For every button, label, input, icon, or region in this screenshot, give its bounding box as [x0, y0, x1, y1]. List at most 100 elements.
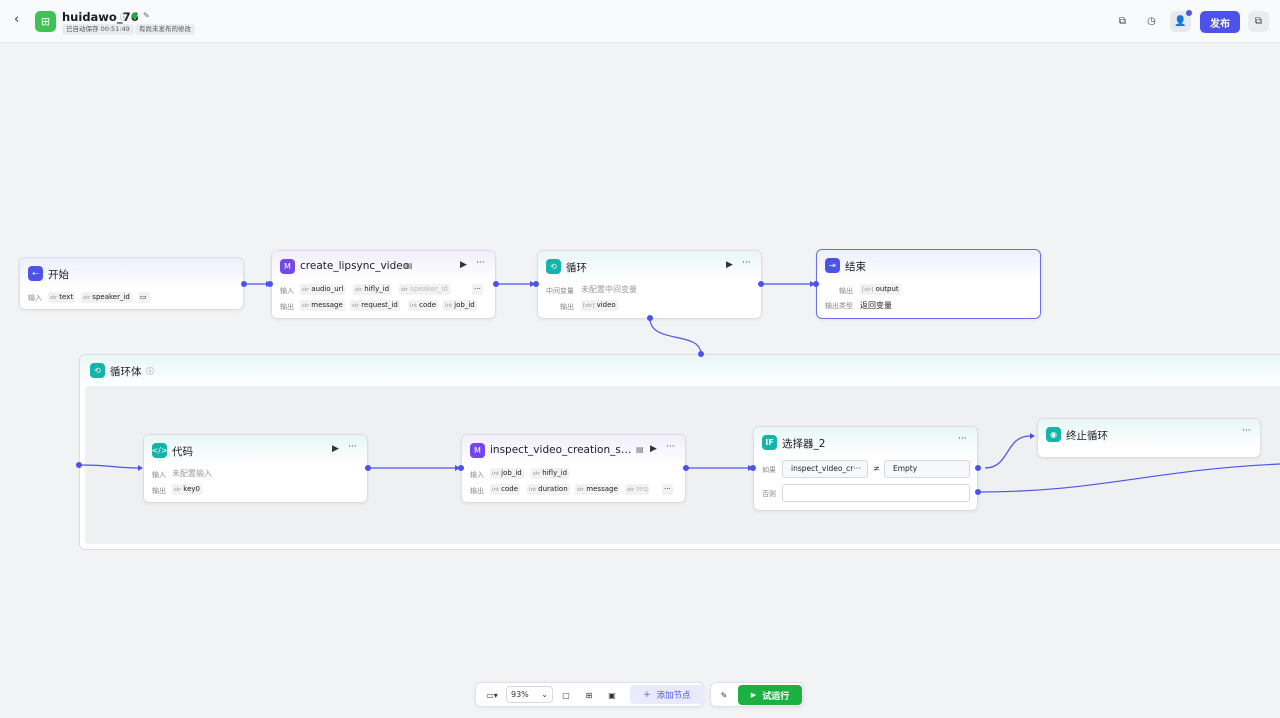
- input-port[interactable]: [533, 281, 539, 287]
- debug-icon[interactable]: ✎: [717, 688, 731, 702]
- doc-icon[interactable]: ▤: [405, 261, 413, 270]
- output-port[interactable]: [365, 465, 371, 471]
- node-title: 选择器_2: [782, 438, 826, 450]
- node-title: inspect_video_creation_sta···: [490, 444, 632, 456]
- play-icon: ▶: [750, 691, 757, 699]
- more-icon[interactable]: ···: [958, 434, 967, 444]
- var-tag: int job_id: [490, 468, 524, 479]
- duplicate-icon[interactable]: ⧉: [1112, 11, 1133, 32]
- output-port[interactable]: [758, 281, 764, 287]
- more-icon[interactable]: ···: [666, 442, 675, 452]
- run-toolbar: ✎ ▶ 试运行: [710, 682, 804, 707]
- loop-body-port[interactable]: [647, 315, 653, 321]
- node-title: 结束: [845, 261, 866, 273]
- output-label: 输出: [152, 487, 166, 495]
- if-output-port[interactable]: [975, 465, 981, 471]
- node-start[interactable]: ⇠ 开始 输入 str text str speaker_id ▭: [19, 257, 244, 310]
- node-inspect-video-creation-status[interactable]: M inspect_video_creation_sta··· ▤ ▶ ··· …: [461, 434, 686, 503]
- info-icon[interactable]: ⓘ: [146, 366, 154, 377]
- loop-body-entry-port[interactable]: [698, 351, 704, 357]
- info-icon[interactable]: ⓘ: [120, 12, 128, 23]
- node-selector[interactable]: IF 选择器_2 ··· 如果 inspect_video_cr··· ≠ Em…: [753, 426, 978, 511]
- else-output-port[interactable]: [975, 489, 981, 495]
- notification-dot: [1186, 10, 1192, 16]
- grid-icon[interactable]: ⊞: [581, 688, 597, 702]
- copy-icon[interactable]: ⧉: [1248, 11, 1269, 32]
- unpublished-badge: 有尚未发布的修改: [135, 24, 195, 35]
- canvas-toolbar: ▭▾ 93% ⌄ ▢ ⊞ ▣ + 添加节点: [475, 682, 704, 707]
- node-create-lipsync-video[interactable]: M create_lipsync_video ▤ ▶ ··· 输入 str aud…: [271, 250, 496, 319]
- layout-icon[interactable]: ▭▾: [481, 688, 503, 702]
- more-inputs-icon[interactable]: ···: [472, 284, 483, 295]
- output-label: 输出: [839, 287, 853, 295]
- start-icon: ⇠: [28, 266, 43, 281]
- node-title: 终止循环: [1066, 430, 1108, 442]
- add-node-button[interactable]: + 添加节点: [630, 685, 704, 704]
- node-title: 代码: [172, 446, 193, 458]
- var-tag: str speaker_id: [81, 292, 132, 303]
- var-tag: int job_id: [443, 300, 477, 311]
- more-outputs-icon[interactable]: ···: [662, 484, 673, 495]
- condition-operator[interactable]: ≠: [873, 464, 880, 473]
- output-type-value: 返回变量: [860, 301, 892, 310]
- loop-icon: ⟲: [546, 259, 561, 274]
- zoom-select[interactable]: 93% ⌄: [506, 686, 553, 703]
- var-tag: str req: [625, 484, 649, 495]
- run-node-icon[interactable]: ▶: [650, 444, 657, 454]
- node-end[interactable]: ⇥ 结束 输出 [str] output 输出类型 返回变量: [816, 249, 1041, 319]
- folder-icon: ▭: [138, 292, 150, 303]
- input-port[interactable]: [813, 281, 819, 287]
- minimap-icon[interactable]: ▣: [604, 688, 620, 702]
- input-port[interactable]: [267, 281, 273, 287]
- back-icon[interactable]: ‹: [14, 12, 19, 27]
- more-icon[interactable]: ···: [348, 442, 357, 452]
- var-tag: str text: [48, 292, 76, 303]
- node-loop[interactable]: ⟲ 循环 ▶ ··· 中间变量 未配置中间变量 输出 [str] video: [537, 250, 762, 319]
- run-node-icon[interactable]: ▶: [726, 260, 733, 270]
- more-icon[interactable]: ···: [1242, 426, 1251, 436]
- var-tag: str message: [575, 484, 620, 495]
- var-tag: str key0: [172, 484, 203, 495]
- run-node-icon[interactable]: ▶: [460, 260, 467, 270]
- else-label: 否则: [762, 490, 776, 498]
- code-icon: </>: [151, 443, 168, 458]
- mid-var-placeholder: 未配置中间变量: [581, 285, 637, 294]
- publish-button[interactable]: 发布: [1200, 11, 1240, 33]
- input-port[interactable]: [750, 465, 756, 471]
- top-bar: ‹ ⊞ huidawo_76 ⓘ ● ✎ 已自动保存 00:51:49 有尚未发…: [0, 0, 1280, 43]
- input-label: 输入: [470, 471, 484, 479]
- plus-icon: +: [643, 689, 651, 700]
- plugin-icon: M: [470, 443, 485, 458]
- history-icon[interactable]: ◷: [1141, 11, 1162, 32]
- end-icon: ⇥: [825, 258, 840, 273]
- test-run-button[interactable]: ▶ 试运行: [738, 685, 802, 705]
- var-tag: int duration: [527, 484, 570, 495]
- loop-start-port[interactable]: [76, 462, 82, 468]
- var-tag: str speaker_id: [399, 284, 450, 295]
- check-icon: ●: [131, 11, 138, 20]
- if-label: 如果: [762, 466, 776, 474]
- doc-icon[interactable]: ▤: [636, 445, 644, 454]
- edit-icon[interactable]: ✎: [143, 11, 150, 20]
- input-port[interactable]: [458, 465, 464, 471]
- more-icon[interactable]: ···: [476, 258, 485, 268]
- var-tag: str audio_url: [300, 284, 346, 295]
- input-label: 输入: [152, 471, 166, 479]
- input-placeholder: 未配置输入: [172, 469, 212, 478]
- var-tag: [str] output: [860, 284, 901, 295]
- more-icon[interactable]: ···: [742, 258, 751, 268]
- output-port[interactable]: [683, 465, 689, 471]
- node-stop-loop[interactable]: ◉ 终止循环 ···: [1037, 418, 1261, 458]
- var-tag: str hifly_id: [531, 468, 570, 479]
- comment-icon[interactable]: ▢: [558, 688, 574, 702]
- run-node-icon[interactable]: ▶: [332, 444, 339, 454]
- node-title: 循环: [566, 262, 587, 274]
- else-field[interactable]: [782, 484, 970, 502]
- output-port[interactable]: [493, 281, 499, 287]
- condition-left-field[interactable]: inspect_video_cr···: [782, 460, 868, 478]
- var-tag: int code: [408, 300, 439, 311]
- output-port[interactable]: [241, 281, 247, 287]
- condition-right-field[interactable]: Empty: [884, 460, 970, 478]
- node-code[interactable]: </> 代码 ▶ ··· 输入 未配置输入 输出 str key0: [143, 434, 368, 503]
- node-title: create_lipsync_video: [300, 260, 410, 272]
